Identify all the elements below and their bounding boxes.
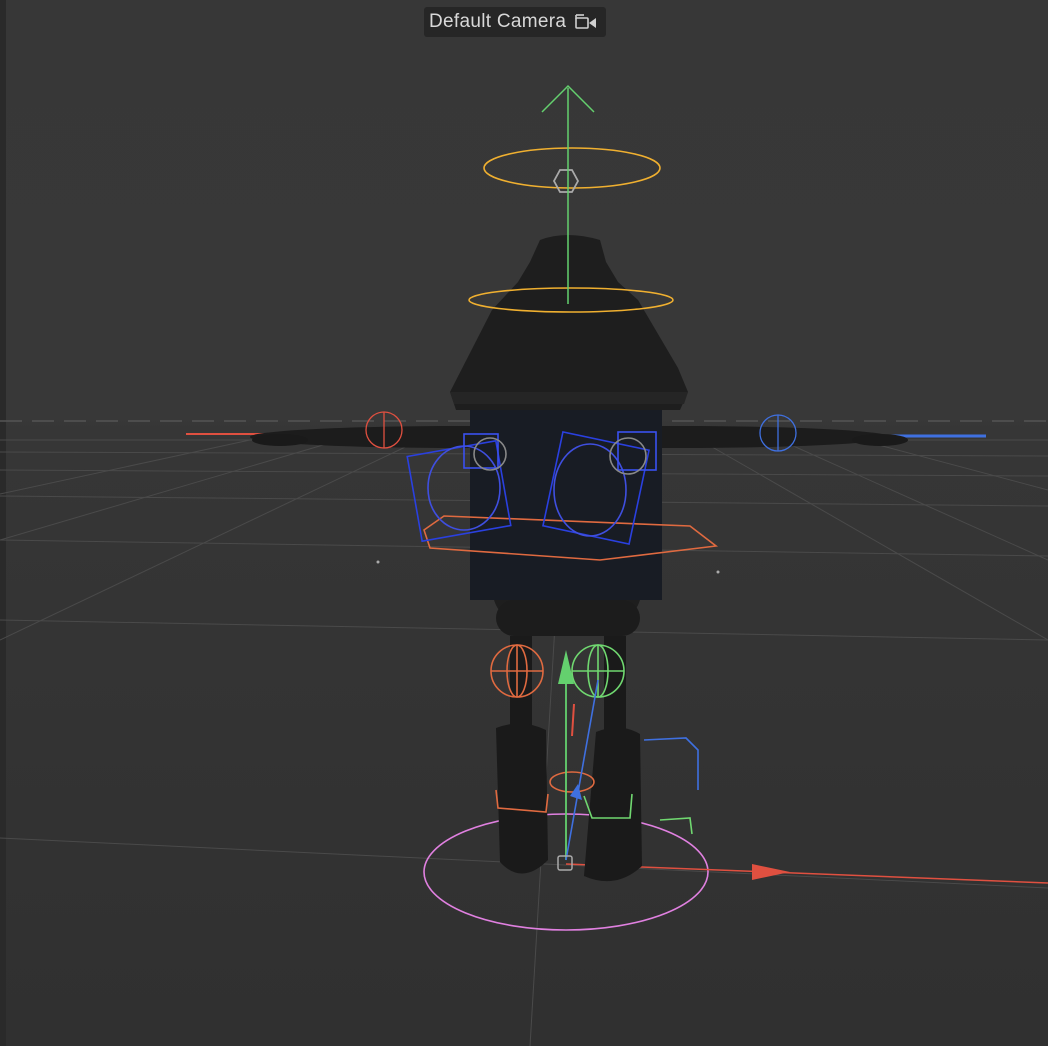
camera-icon: [575, 14, 597, 29]
head-rings[interactable]: [468, 147, 674, 313]
scene-canvas[interactable]: [0, 0, 1048, 1046]
3d-viewport[interactable]: Default Camera: [0, 0, 1048, 1046]
vertex-dot: [716, 570, 720, 574]
vertex-dot: [376, 560, 380, 564]
camera-selector[interactable]: Default Camera: [424, 7, 607, 37]
camera-label-text: Default Camera: [429, 11, 567, 32]
x-axis-arrowhead[interactable]: [752, 864, 790, 880]
